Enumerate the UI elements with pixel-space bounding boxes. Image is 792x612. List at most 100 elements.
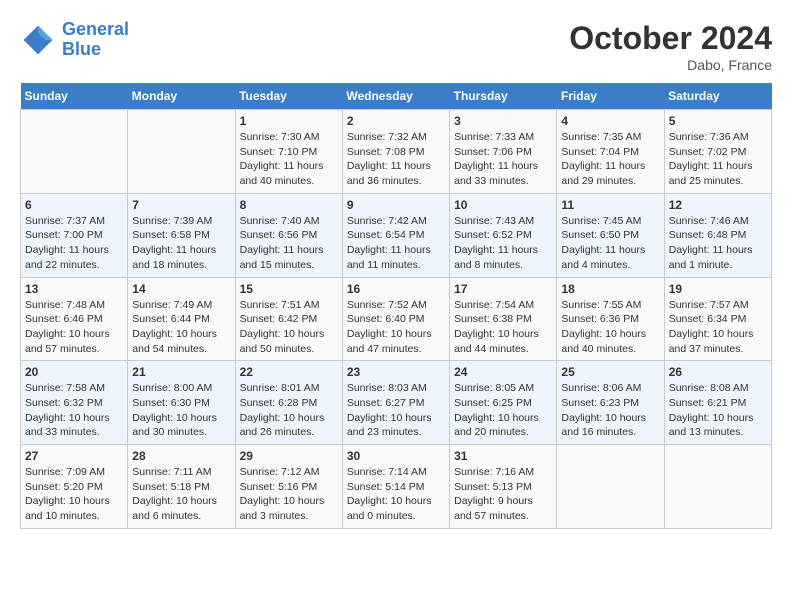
calendar-cell: 7 Sunrise: 7:39 AM Sunset: 6:58 PM Daylig… [128, 193, 235, 277]
day-number: 3 [454, 114, 552, 128]
day-info: Sunrise: 8:08 AM Sunset: 6:21 PM Dayligh… [669, 381, 767, 440]
calendar-cell: 13 Sunrise: 7:48 AM Sunset: 6:46 PM Dayli… [21, 277, 128, 361]
day-number: 1 [240, 114, 338, 128]
logo: General Blue [20, 20, 129, 60]
day-number: 30 [347, 449, 445, 463]
calendar-cell: 30 Sunrise: 7:14 AM Sunset: 5:14 PM Dayli… [342, 445, 449, 529]
day-info: Sunrise: 7:40 AM Sunset: 6:56 PM Dayligh… [240, 214, 338, 273]
calendar-cell [557, 445, 664, 529]
calendar-cell: 24 Sunrise: 8:05 AM Sunset: 6:25 PM Dayli… [450, 361, 557, 445]
day-number: 21 [132, 365, 230, 379]
day-info: Sunrise: 7:12 AM Sunset: 5:16 PM Dayligh… [240, 465, 338, 524]
day-info: Sunrise: 7:32 AM Sunset: 7:08 PM Dayligh… [347, 130, 445, 189]
calendar-cell: 23Sunrise: 8:03 AM Sunset: 6:27 PM Dayli… [342, 361, 449, 445]
calendar-cell: 1 Sunrise: 7:30 AM Sunset: 7:10 PM Daylig… [235, 110, 342, 194]
day-info: Sunrise: 7:57 AM Sunset: 6:34 PM Dayligh… [669, 298, 767, 357]
day-info: Sunrise: 7:36 AM Sunset: 7:02 PM Dayligh… [669, 130, 767, 189]
calendar-cell: 26 Sunrise: 8:08 AM Sunset: 6:21 PM Dayli… [664, 361, 771, 445]
day-info: Sunrise: 7:37 AM Sunset: 7:00 PM Dayligh… [25, 214, 123, 273]
calendar-table: SundayMondayTuesdayWednesdayThursdayFrid… [20, 83, 772, 529]
title-section: October 2024 Dabo, France [569, 20, 772, 73]
day-info: Sunrise: 7:11 AM Sunset: 5:18 PM Dayligh… [132, 465, 230, 524]
calendar-week-row: 1 Sunrise: 7:30 AM Sunset: 7:10 PM Daylig… [21, 110, 772, 194]
weekday-header-monday: Monday [128, 83, 235, 110]
day-info: Sunrise: 7:45 AM Sunset: 6:50 PM Dayligh… [561, 214, 659, 273]
weekday-header-friday: Friday [557, 83, 664, 110]
day-number: 6 [25, 198, 123, 212]
calendar-cell: 25 Sunrise: 8:06 AM Sunset: 6:23 PM Dayli… [557, 361, 664, 445]
logo-line1: General [62, 19, 129, 39]
day-number: 16 [347, 282, 445, 296]
calendar-cell [21, 110, 128, 194]
calendar-cell: 10 Sunrise: 7:43 AM Sunset: 6:52 PM Dayli… [450, 193, 557, 277]
calendar-cell: 4 Sunrise: 7:35 AM Sunset: 7:04 PM Daylig… [557, 110, 664, 194]
weekday-header-thursday: Thursday [450, 83, 557, 110]
day-number: 18 [561, 282, 659, 296]
calendar-week-row: 6 Sunrise: 7:37 AM Sunset: 7:00 PM Daylig… [21, 193, 772, 277]
calendar-week-row: 27Sunrise: 7:09 AM Sunset: 5:20 PM Dayli… [21, 445, 772, 529]
calendar-week-row: 20Sunrise: 7:58 AM Sunset: 6:32 PM Dayli… [21, 361, 772, 445]
day-info: Sunrise: 7:39 AM Sunset: 6:58 PM Dayligh… [132, 214, 230, 273]
day-number: 24 [454, 365, 552, 379]
day-number: 20 [25, 365, 123, 379]
logo-text: General Blue [62, 20, 129, 60]
day-info: Sunrise: 7:16 AM Sunset: 5:13 PM Dayligh… [454, 465, 552, 524]
day-info: Sunrise: 8:01 AM Sunset: 6:28 PM Dayligh… [240, 381, 338, 440]
day-info: Sunrise: 7:30 AM Sunset: 7:10 PM Dayligh… [240, 130, 338, 189]
day-number: 8 [240, 198, 338, 212]
weekday-header-wednesday: Wednesday [342, 83, 449, 110]
weekday-header-saturday: Saturday [664, 83, 771, 110]
day-info: Sunrise: 7:55 AM Sunset: 6:36 PM Dayligh… [561, 298, 659, 357]
day-info: Sunrise: 7:52 AM Sunset: 6:40 PM Dayligh… [347, 298, 445, 357]
calendar-cell: 9 Sunrise: 7:42 AM Sunset: 6:54 PM Daylig… [342, 193, 449, 277]
day-number: 15 [240, 282, 338, 296]
day-number: 25 [561, 365, 659, 379]
day-number: 13 [25, 282, 123, 296]
calendar-cell: 17 Sunrise: 7:54 AM Sunset: 6:38 PM Dayli… [450, 277, 557, 361]
day-number: 10 [454, 198, 552, 212]
day-number: 26 [669, 365, 767, 379]
calendar-cell: 6 Sunrise: 7:37 AM Sunset: 7:00 PM Daylig… [21, 193, 128, 277]
day-number: 17 [454, 282, 552, 296]
day-info: Sunrise: 7:48 AM Sunset: 6:46 PM Dayligh… [25, 298, 123, 357]
day-info: Sunrise: 7:33 AM Sunset: 7:06 PM Dayligh… [454, 130, 552, 189]
calendar-cell: 31Sunrise: 7:16 AM Sunset: 5:13 PM Dayli… [450, 445, 557, 529]
calendar-cell: 28 Sunrise: 7:11 AM Sunset: 5:18 PM Dayli… [128, 445, 235, 529]
day-number: 2 [347, 114, 445, 128]
day-number: 19 [669, 282, 767, 296]
day-info: Sunrise: 8:05 AM Sunset: 6:25 PM Dayligh… [454, 381, 552, 440]
day-number: 5 [669, 114, 767, 128]
day-number: 28 [132, 449, 230, 463]
calendar-cell: 16 Sunrise: 7:52 AM Sunset: 6:40 PM Dayli… [342, 277, 449, 361]
day-info: Sunrise: 7:43 AM Sunset: 6:52 PM Dayligh… [454, 214, 552, 273]
day-number: 12 [669, 198, 767, 212]
day-number: 11 [561, 198, 659, 212]
day-number: 29 [240, 449, 338, 463]
weekday-header-sunday: Sunday [21, 83, 128, 110]
calendar-cell: 22 Sunrise: 8:01 AM Sunset: 6:28 PM Dayli… [235, 361, 342, 445]
day-info: Sunrise: 7:46 AM Sunset: 6:48 PM Dayligh… [669, 214, 767, 273]
location: Dabo, France [569, 57, 772, 73]
day-info: Sunrise: 7:42 AM Sunset: 6:54 PM Dayligh… [347, 214, 445, 273]
day-number: 4 [561, 114, 659, 128]
day-info: Sunrise: 7:35 AM Sunset: 7:04 PM Dayligh… [561, 130, 659, 189]
day-info: Sunrise: 7:14 AM Sunset: 5:14 PM Dayligh… [347, 465, 445, 524]
day-number: 22 [240, 365, 338, 379]
day-info: Sunrise: 7:54 AM Sunset: 6:38 PM Dayligh… [454, 298, 552, 357]
day-info: Sunrise: 8:06 AM Sunset: 6:23 PM Dayligh… [561, 381, 659, 440]
calendar-cell: 21 Sunrise: 8:00 AM Sunset: 6:30 PM Dayli… [128, 361, 235, 445]
day-info: Sunrise: 8:03 AM Sunset: 6:27 PM Dayligh… [347, 381, 445, 440]
logo-line2: Blue [62, 39, 101, 59]
calendar-cell: 18 Sunrise: 7:55 AM Sunset: 6:36 PM Dayli… [557, 277, 664, 361]
day-number: 7 [132, 198, 230, 212]
calendar-cell: 8 Sunrise: 7:40 AM Sunset: 6:56 PM Daylig… [235, 193, 342, 277]
day-number: 27 [25, 449, 123, 463]
month-title: October 2024 [569, 20, 772, 57]
day-info: Sunrise: 7:49 AM Sunset: 6:44 PM Dayligh… [132, 298, 230, 357]
day-info: Sunrise: 8:00 AM Sunset: 6:30 PM Dayligh… [132, 381, 230, 440]
calendar-cell: 5 Sunrise: 7:36 AM Sunset: 7:02 PM Daylig… [664, 110, 771, 194]
calendar-cell: 27Sunrise: 7:09 AM Sunset: 5:20 PM Dayli… [21, 445, 128, 529]
calendar-cell: 29 Sunrise: 7:12 AM Sunset: 5:16 PM Dayli… [235, 445, 342, 529]
day-number: 9 [347, 198, 445, 212]
weekday-header-row: SundayMondayTuesdayWednesdayThursdayFrid… [21, 83, 772, 110]
